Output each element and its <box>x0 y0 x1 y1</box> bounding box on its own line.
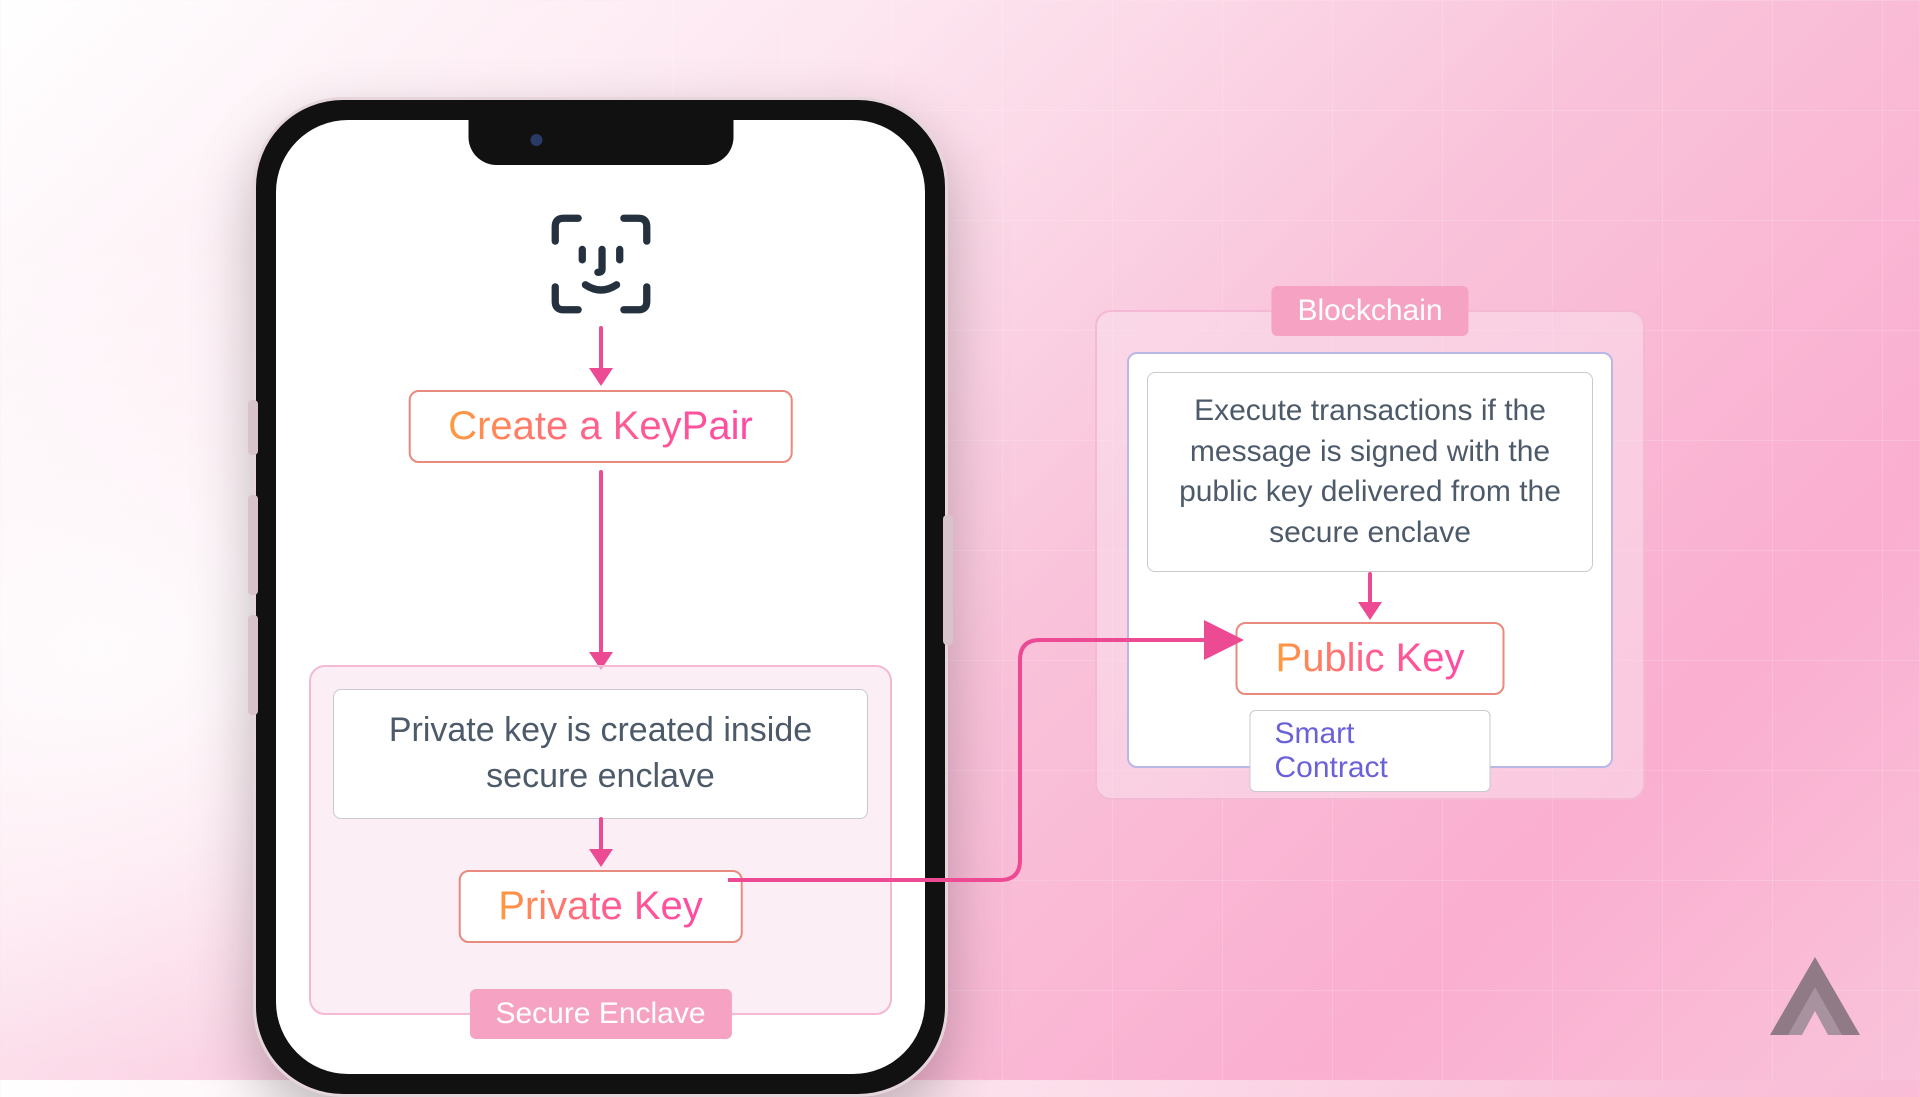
phone-silent-switch <box>248 400 258 455</box>
phone-side-button <box>943 515 953 645</box>
phone-volume-up <box>248 495 258 595</box>
secure-enclave-pill: Secure Enclave <box>469 989 731 1039</box>
phone-volume-down <box>248 615 258 715</box>
create-keypair-label: Create a KeyPair <box>448 404 753 449</box>
arrow-faceid-to-keypair <box>589 326 613 386</box>
arrow-execute-to-publickey <box>1358 572 1382 620</box>
public-key-label: Public Key <box>1276 636 1465 681</box>
blockchain-pill-label: Blockchain <box>1297 294 1442 327</box>
brand-logo-icon <box>1770 957 1860 1040</box>
private-key-box: Private Key <box>458 870 743 943</box>
private-key-label: Private Key <box>498 884 703 929</box>
phone-frame: Create a KeyPair Private key is created … <box>253 97 948 1097</box>
smart-contract-panel: Execute transactions if the message is s… <box>1127 352 1613 768</box>
secure-enclave-panel: Private key is created inside secure enc… <box>309 665 892 1015</box>
arrow-desc-to-privatekey <box>589 817 613 867</box>
secure-enclave-pill-label: Secure Enclave <box>495 997 705 1030</box>
enclave-description: Private key is created inside secure enc… <box>389 711 812 795</box>
phone-screen: Create a KeyPair Private key is created … <box>276 120 925 1074</box>
blockchain-execute-text: Execute transactions if the message is s… <box>1179 394 1561 549</box>
enclave-description-box: Private key is created inside secure enc… <box>333 689 868 819</box>
blockchain-panel: Blockchain Execute transactions if the m… <box>1095 310 1645 800</box>
create-keypair-box: Create a KeyPair <box>408 390 793 463</box>
blockchain-execute-box: Execute transactions if the message is s… <box>1147 372 1593 572</box>
smart-contract-label: Smart Contract <box>1250 710 1491 792</box>
faceid-icon <box>549 212 653 321</box>
blockchain-pill: Blockchain <box>1271 286 1468 336</box>
phone-notch <box>468 120 733 165</box>
public-key-box: Public Key <box>1236 622 1505 695</box>
arrow-keypair-to-enclave <box>589 470 613 670</box>
smart-contract-label-text: Smart Contract <box>1275 717 1388 784</box>
